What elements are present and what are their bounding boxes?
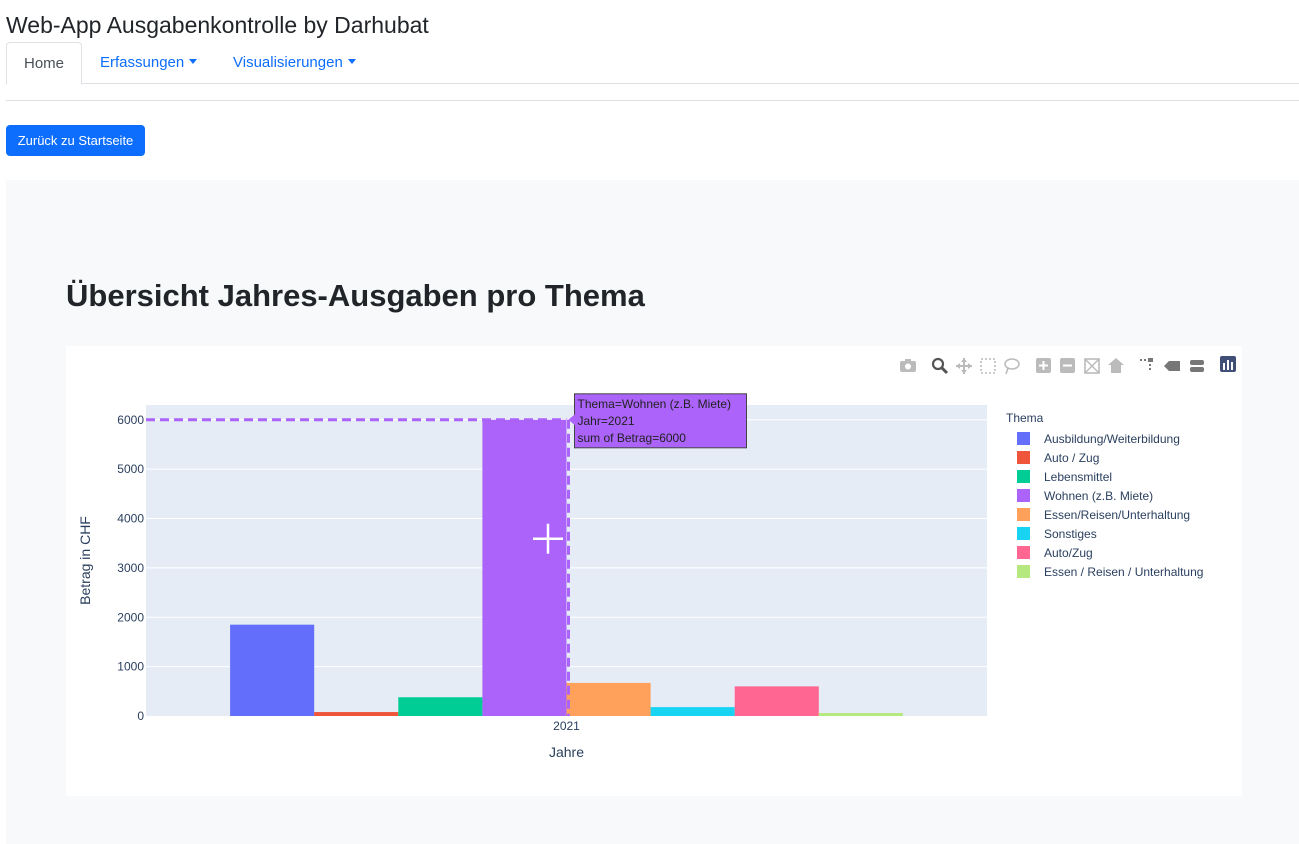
legend-item-label[interactable]: Ausbildung/Weiterbildung <box>1044 432 1180 446</box>
tab-home[interactable]: Home <box>6 42 82 85</box>
zoom-out-icon[interactable] <box>1060 358 1075 373</box>
app-title: Web-App Ausgabenkontrolle by Darhubat <box>6 12 429 38</box>
legend-item-label[interactable]: Auto/Zug <box>1044 546 1093 560</box>
page-title: Übersicht Jahres-Ausgaben pro Thema <box>66 278 645 313</box>
box-select-icon[interactable] <box>980 358 996 374</box>
legend-swatch[interactable] <box>1017 451 1030 464</box>
legend-swatch[interactable] <box>1017 527 1030 540</box>
tab-erfassungen-label: Erfassungen <box>100 54 185 71</box>
y-tick-label: 6000 <box>117 413 144 427</box>
legend-swatch[interactable] <box>1017 432 1030 445</box>
pan-icon[interactable] <box>956 358 972 374</box>
tab-erfassungen[interactable]: Erfassungen <box>100 42 198 84</box>
autoscale-icon[interactable] <box>1084 358 1100 374</box>
legend-item-label[interactable]: Essen / Reisen / Unterhaltung <box>1044 565 1203 579</box>
tab-visualisierungen-label: Visualisierungen <box>233 54 343 71</box>
divider <box>6 100 1299 101</box>
hover-line-thema: Thema=Wohnen (z.B. Miete) <box>578 397 732 411</box>
tab-visualisierungen[interactable]: Visualisierungen <box>233 42 356 84</box>
hover-closest-icon[interactable] <box>1164 361 1180 371</box>
y-tick-label: 1000 <box>117 660 144 674</box>
zoom-in-icon[interactable] <box>1036 358 1051 373</box>
content-panel: Übersicht Jahres-Ausgaben pro Thema 0 10… <box>6 180 1299 844</box>
lasso-icon[interactable] <box>1004 358 1020 375</box>
reset-axes-icon[interactable] <box>1108 358 1124 373</box>
bar-ausbildung-weiterbildung[interactable] <box>230 624 315 716</box>
zoom-icon[interactable] <box>931 357 949 375</box>
y-tick-label: 2000 <box>117 610 144 624</box>
hover-tooltip: Thema=Wohnen (z.B. Miete) Jahr=2021 sum … <box>568 393 747 449</box>
legend-item-label[interactable]: Lebensmittel <box>1044 470 1112 484</box>
legend-swatch[interactable] <box>1017 565 1030 578</box>
camera-icon[interactable] <box>900 359 916 372</box>
x-tick-label: 2021 <box>553 719 580 733</box>
bar-essen-reisen-unterhaltung[interactable] <box>566 682 651 716</box>
x-axis-label: Jahre <box>549 744 584 760</box>
y-tick-label: 4000 <box>117 512 144 526</box>
bar-essen-reisen-unterhaltung[interactable] <box>818 713 903 716</box>
legend-swatch[interactable] <box>1017 470 1030 483</box>
chevron-down-icon <box>189 59 198 64</box>
y-tick-label: 3000 <box>117 561 144 575</box>
y-axis-label: Betrag in CHF <box>77 516 93 605</box>
bar-auto-zug[interactable] <box>314 712 399 716</box>
legend-swatch[interactable] <box>1017 546 1030 559</box>
legend-item-label[interactable]: Wohnen (z.B. Miete) <box>1044 489 1153 503</box>
legend[interactable]: Ausbildung/Weiterbildung Auto / Zug Lebens… <box>1017 432 1203 579</box>
bar-wohnen-z-b-miete-[interactable] <box>482 419 567 716</box>
back-to-start-button[interactable]: Zurück zu Startseite <box>6 125 145 156</box>
y-tick-label: 5000 <box>117 462 144 476</box>
bar-auto-zug[interactable] <box>734 686 819 716</box>
legend-item-label[interactable]: Auto / Zug <box>1044 451 1099 465</box>
bar-lebensmittel[interactable] <box>398 697 483 716</box>
chart-container[interactable]: 0 1000 2000 3000 4000 5000 6000 2021 Jahre Bet… <box>66 346 1242 796</box>
nav-tabs: Home Erfassungen Visualisierungen <box>6 42 1299 85</box>
y-axis-ticks: 0 1000 2000 3000 4000 5000 6000 <box>117 413 144 723</box>
y-tick-label: 0 <box>137 709 144 723</box>
hover-line-betrag: sum of Betrag=6000 <box>578 431 687 445</box>
spike-lines-icon[interactable] <box>1140 358 1153 372</box>
x-axis-ticks: 2021 <box>553 719 580 733</box>
chevron-down-icon <box>347 59 356 64</box>
legend-item-label[interactable]: Essen/Reisen/Unterhaltung <box>1044 508 1190 522</box>
bar-sonstiges[interactable] <box>650 707 735 716</box>
legend-title: Thema <box>1006 411 1044 425</box>
legend-item-label[interactable]: Sonstiges <box>1044 527 1097 541</box>
hover-compare-icon[interactable] <box>1190 360 1204 372</box>
hover-line-jahr: Jahr=2021 <box>578 414 635 428</box>
bar-chart[interactable]: 0 1000 2000 3000 4000 5000 6000 2021 Jahre Bet… <box>66 346 1242 796</box>
legend-swatch[interactable] <box>1017 508 1030 521</box>
plotly-logo-icon[interactable] <box>1220 356 1236 372</box>
chart-toolbar[interactable] <box>900 356 1236 375</box>
legend-swatch[interactable] <box>1017 489 1030 502</box>
